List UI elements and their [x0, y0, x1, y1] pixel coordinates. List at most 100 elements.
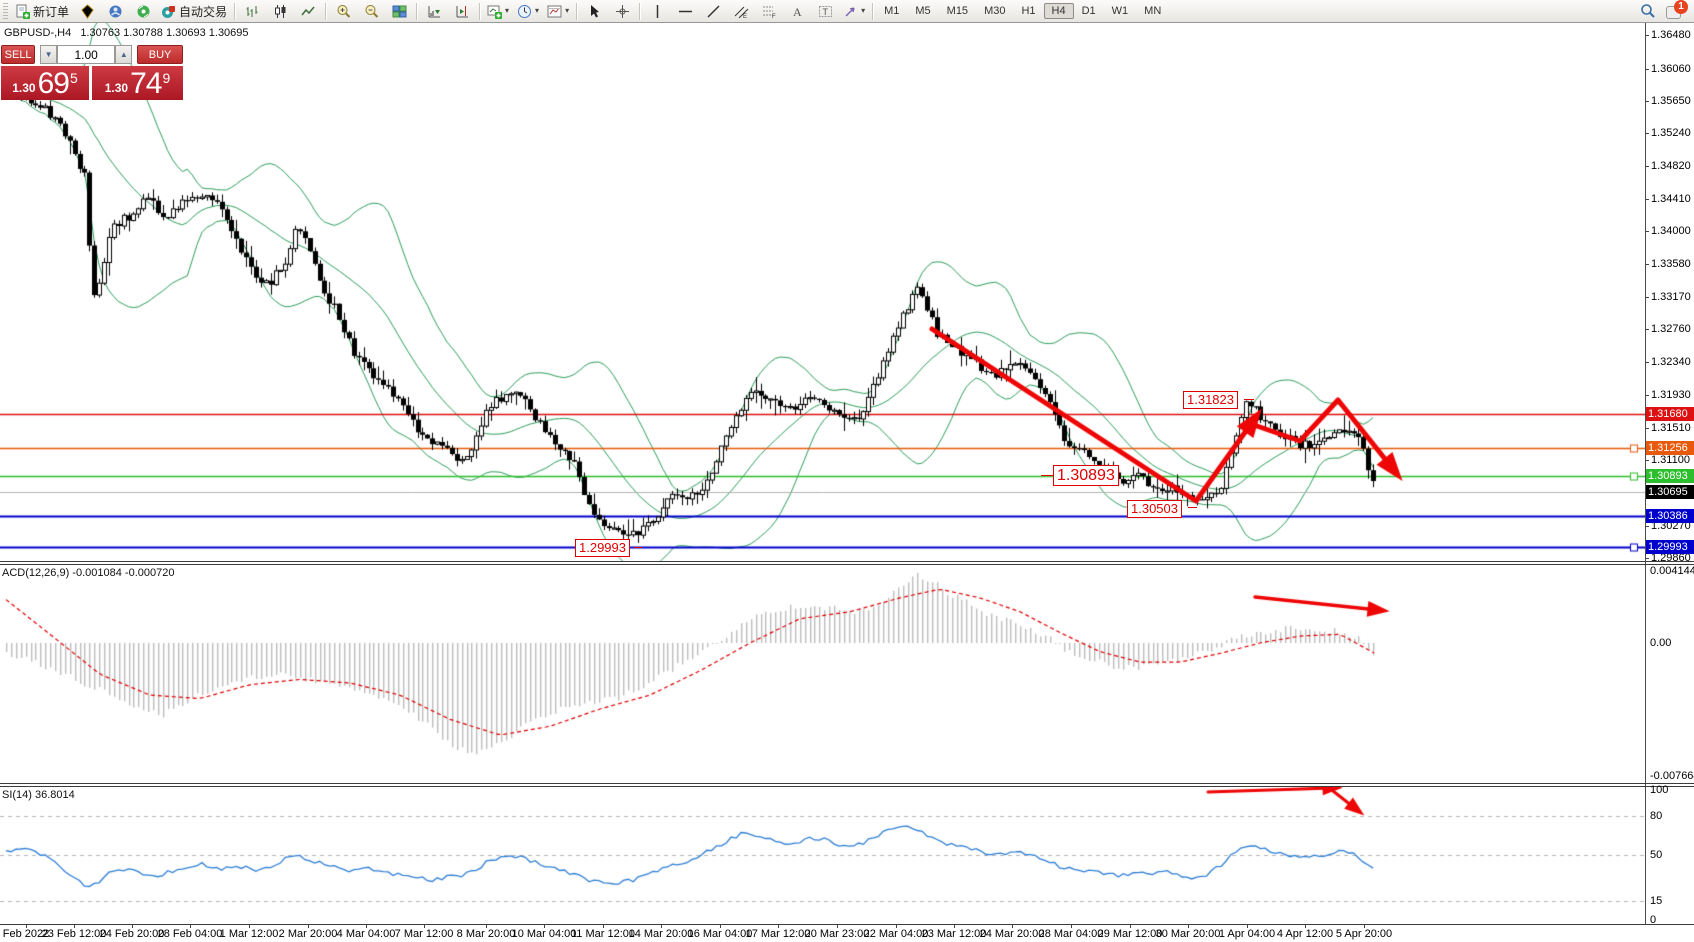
- sell-button[interactable]: SELL: [1, 45, 35, 64]
- main-price-chart[interactable]: [0, 22, 1645, 561]
- date-axis-label: 29 Mar 12:00: [1098, 928, 1163, 940]
- timeframe-m5[interactable]: M5: [907, 3, 938, 19]
- price-level-badge: 1.31256: [1646, 441, 1694, 455]
- arrows-tool-icon: [843, 4, 858, 19]
- search-icon[interactable]: [1640, 3, 1656, 19]
- toolbar-separator: [872, 3, 873, 20]
- date-axis-tick: [544, 925, 545, 928]
- date-axis-tick: [26, 925, 27, 928]
- date-axis-label: 22 Mar 04:00: [864, 928, 929, 940]
- text-tool-button[interactable]: A: [783, 0, 811, 22]
- price-axis-tick: 1.31930: [1651, 389, 1691, 401]
- zoom-out-button[interactable]: [357, 0, 385, 22]
- clock-icon: [517, 4, 532, 19]
- rsi-axis-label: 0: [1650, 914, 1656, 926]
- price-axis-tick: 1.34410: [1651, 193, 1691, 205]
- timeframe-m1[interactable]: M1: [876, 3, 907, 19]
- market-watch-icon: [80, 4, 95, 19]
- bar-chart-button[interactable]: [238, 0, 266, 22]
- date-axis-tick: [1188, 925, 1189, 928]
- new-order-button[interactable]: 新订单: [11, 0, 73, 22]
- arrows-tool-button[interactable]: ▾: [839, 0, 869, 22]
- equidistant-channel-tool-button[interactable]: E: [727, 0, 755, 22]
- ask-price-display[interactable]: 1.30 74 9: [92, 66, 183, 100]
- horizontal-line-icon: [678, 4, 693, 19]
- rsi-indicator-chart[interactable]: [0, 787, 1645, 924]
- date-axis-tick: [954, 925, 955, 928]
- tile-windows-button[interactable]: [385, 0, 413, 22]
- text-label-tool-button[interactable]: T: [811, 0, 839, 22]
- crosshair-tool-button[interactable]: [608, 0, 636, 22]
- date-axis-label: 24 Mar 20:00: [980, 928, 1045, 940]
- panel-separator[interactable]: [0, 561, 1694, 562]
- date-axis-label: 14 Mar 20:00: [629, 928, 694, 940]
- autotrading-button[interactable]: 自动交易: [157, 0, 231, 22]
- date-axis-label: 28 Feb 04:00: [158, 928, 223, 940]
- timeframe-m30[interactable]: M30: [976, 3, 1013, 19]
- chart-shift-button[interactable]: [448, 0, 476, 22]
- periods-button[interactable]: ▾: [513, 0, 543, 22]
- chart-shift-icon: [455, 4, 470, 19]
- timeframe-group: M1M5M15M30H1H4D1W1MN: [876, 3, 1169, 19]
- volume-increase-button[interactable]: ▲: [115, 45, 132, 64]
- buy-button[interactable]: BUY: [137, 45, 183, 64]
- macd-indicator-label: ACD(12,26,9) -0.001084 -0.000720: [2, 567, 174, 579]
- price-axis-tick: 1.33580: [1651, 258, 1691, 270]
- date-axis-tick: [1071, 925, 1072, 928]
- candlestick-chart-button[interactable]: [266, 0, 294, 22]
- toolbar-separator: [416, 3, 417, 20]
- chart-bottom-border: [0, 924, 1694, 925]
- macd-axis-label: 0.00: [1650, 637, 1671, 649]
- cursor-tool-button[interactable]: [580, 0, 608, 22]
- templates-button[interactable]: ▾: [543, 0, 573, 22]
- timeframe-mn[interactable]: MN: [1136, 3, 1169, 19]
- ask-price-point: 9: [162, 65, 170, 91]
- price-axis-tick: 1.31100: [1651, 454, 1690, 466]
- timeframe-w1[interactable]: W1: [1104, 3, 1137, 19]
- timeframe-d1[interactable]: D1: [1074, 3, 1104, 19]
- macd-indicator-chart[interactable]: [0, 565, 1645, 783]
- panel-separator[interactable]: [0, 564, 1694, 565]
- dropdown-caret-icon: ▾: [565, 7, 569, 15]
- auto-scroll-button[interactable]: [420, 0, 448, 22]
- volume-decrease-button[interactable]: ▼: [40, 45, 57, 64]
- volume-input[interactable]: 1.00: [57, 45, 116, 64]
- bid-price-display[interactable]: 1.30 69 5: [1, 66, 89, 100]
- navigator-button[interactable]: [101, 0, 129, 22]
- toolbar-grip: [3, 3, 8, 19]
- timeframe-h1[interactable]: H1: [1013, 3, 1043, 19]
- main-toolbar: 新订单 自动交易 ▾ ▾: [0, 0, 1694, 23]
- candlestick-chart-icon: [273, 4, 288, 19]
- navigator-icon: [108, 4, 123, 19]
- notifications-button[interactable]: 1: [1666, 2, 1686, 20]
- date-axis-tick: [837, 925, 838, 928]
- price-annotation: 1.30503: [1127, 500, 1182, 518]
- rsi-axis-label: 15: [1650, 895, 1662, 907]
- new-chart-button[interactable]: ▾: [483, 0, 513, 22]
- date-axis-tick: [249, 925, 250, 928]
- terminal-button[interactable]: [129, 0, 157, 22]
- timeframe-h4[interactable]: H4: [1044, 3, 1074, 19]
- date-axis-label: 11 Mar 12:00: [571, 928, 635, 940]
- line-chart-button[interactable]: [294, 0, 322, 22]
- chart-symbol-timeframe: GBPUSD-,H4: [4, 27, 71, 39]
- dropdown-caret-icon: ▾: [505, 7, 509, 15]
- timeframe-m15[interactable]: M15: [939, 3, 976, 19]
- date-axis-tick: [1012, 925, 1013, 928]
- bid-price-point: 5: [70, 65, 78, 91]
- trendline-tool-button[interactable]: [699, 0, 727, 22]
- date-axis-tick: [1364, 925, 1365, 928]
- panel-separator[interactable]: [0, 783, 1694, 784]
- panel-separator[interactable]: [0, 786, 1694, 787]
- fibonacci-icon: F: [762, 4, 777, 19]
- toolbar-separator: [576, 3, 577, 20]
- market-watch-button[interactable]: [73, 0, 101, 22]
- rsi-axis-label: 80: [1650, 810, 1662, 822]
- date-axis-tick: [424, 925, 425, 928]
- toolbar-separator: [479, 3, 480, 20]
- vertical-line-tool-button[interactable]: [643, 0, 671, 22]
- price-axis-tick: 1.35240: [1651, 127, 1691, 139]
- horizontal-line-tool-button[interactable]: [671, 0, 699, 22]
- zoom-in-button[interactable]: [329, 0, 357, 22]
- fibonacci-tool-button[interactable]: F: [755, 0, 783, 22]
